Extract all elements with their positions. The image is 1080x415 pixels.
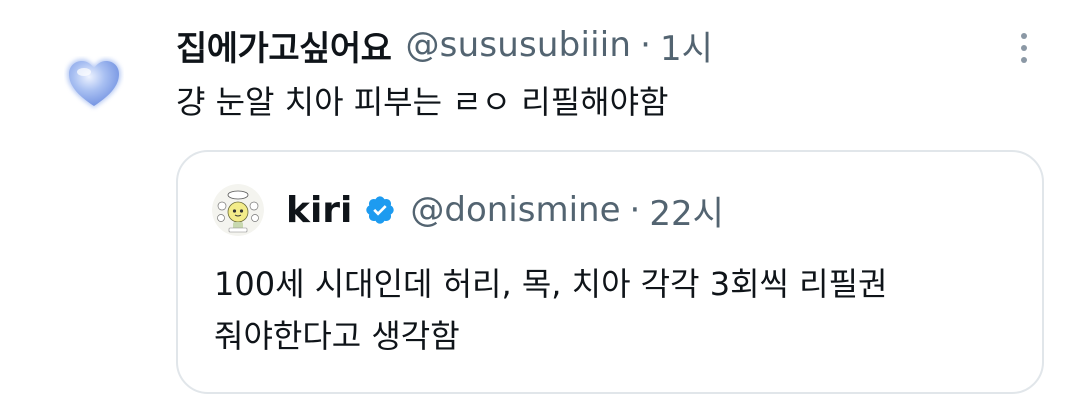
quoted-user-handle[interactable]: @donismine <box>410 190 620 230</box>
quoted-text-line: 줘야한다고 생각함 <box>214 317 460 355</box>
more-options-icon[interactable] <box>1006 26 1042 70</box>
quoted-tweet-text: 100세 시대인데 허리, 목, 치아 각각 3회씩 리필권 줘야한다고 생각함 <box>214 258 1014 362</box>
separator-dot: · <box>640 25 651 65</box>
quoted-tweet-header: kiri @donismine · 22시 <box>212 184 724 236</box>
avatar[interactable] <box>58 48 130 120</box>
tweet-header: 집에가고싶어요 @sususubiiin · 1시 <box>176 20 713 70</box>
quoted-text-line: 100세 시대인데 허리, 목, 치아 각각 3회씩 리필권 <box>214 265 888 303</box>
separator-dot: · <box>629 190 641 230</box>
timestamp[interactable]: 1시 <box>660 21 713 70</box>
cartoon-avatar-icon[interactable] <box>212 184 264 236</box>
quoted-display-name[interactable]: kiri <box>286 190 352 231</box>
verified-badge-icon <box>364 194 396 226</box>
tweet-text: 걍 눈알 치아 피부는 ㄹㅇ 리필해야함 <box>176 83 669 121</box>
user-handle[interactable]: @sususubiiin <box>405 25 631 65</box>
quoted-timestamp[interactable]: 22시 <box>649 186 724 235</box>
display-name[interactable]: 집에가고싶어요 <box>176 21 392 70</box>
quoted-tweet-card[interactable]: kiri @donismine · 22시 100세 시대인데 허리, 목, 치… <box>176 150 1044 394</box>
blue-heart-icon <box>64 56 124 112</box>
